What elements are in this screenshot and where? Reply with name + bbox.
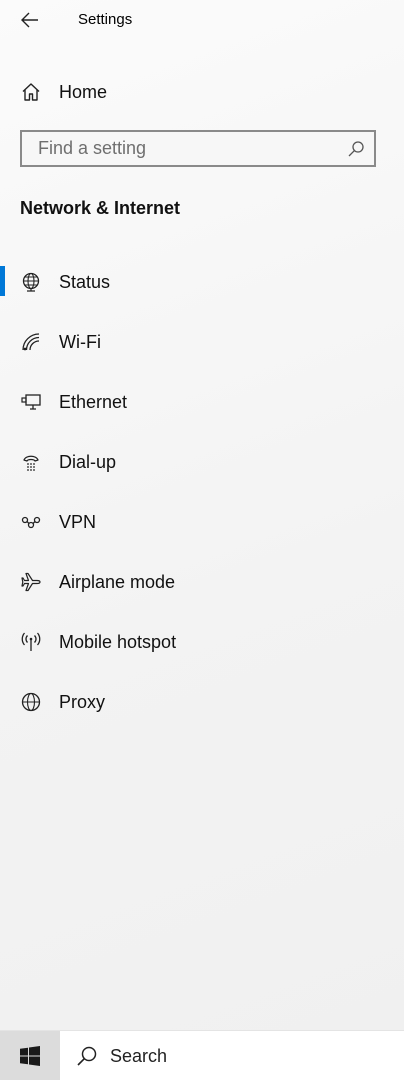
nav-item-vpn[interactable]: VPN (0, 492, 404, 552)
globe-status-icon (20, 271, 42, 293)
back-arrow-icon (21, 12, 38, 28)
back-button[interactable] (12, 4, 48, 36)
nav-item-label: Mobile hotspot (59, 631, 177, 652)
nav-item-label: Dial-up (59, 451, 117, 472)
wifi-icon (20, 331, 42, 353)
windows-logo-icon (20, 1046, 40, 1066)
nav-item-label: Airplane mode (59, 571, 176, 592)
vpn-icon (20, 511, 42, 533)
nav-item-label: Proxy (59, 691, 106, 712)
nav-item-ethernet[interactable]: Ethernet (0, 372, 404, 432)
nav-item-proxy[interactable]: Proxy (0, 672, 404, 732)
ethernet-icon (20, 391, 42, 413)
nav-item-wifi[interactable]: Wi-Fi (0, 312, 404, 372)
network-nav-list: Status Wi-Fi Ethernet Dial-up VPN Airpla… (0, 252, 404, 732)
hotspot-icon (20, 631, 42, 653)
nav-item-label: Wi-Fi (59, 331, 101, 352)
search-icon[interactable] (346, 139, 366, 159)
window-title: Settings (78, 11, 133, 28)
dial-up-icon (20, 451, 42, 473)
nav-item-mobile-hotspot[interactable]: Mobile hotspot (0, 612, 404, 672)
find-setting-input[interactable] (36, 137, 340, 160)
nav-item-label: Ethernet (59, 391, 128, 412)
globe-icon (20, 691, 42, 713)
nav-item-label: Status (59, 271, 111, 292)
home-label: Home (59, 81, 108, 102)
find-setting-search-box[interactable] (20, 130, 376, 167)
home-nav-item[interactable]: Home (0, 72, 404, 112)
home-icon (20, 81, 42, 103)
taskbar: Search (0, 1030, 404, 1080)
section-title: Network & Internet (20, 198, 181, 218)
nav-item-dial-up[interactable]: Dial-up (0, 432, 404, 492)
taskbar-search-label: Search (110, 1045, 168, 1066)
search-icon (77, 1046, 97, 1066)
nav-item-airplane-mode[interactable]: Airplane mode (0, 552, 404, 612)
start-button[interactable] (0, 1031, 60, 1080)
nav-item-status[interactable]: Status (0, 252, 404, 312)
airplane-icon (20, 571, 42, 593)
title-bar: Settings (0, 0, 404, 40)
nav-item-label: VPN (59, 511, 97, 532)
taskbar-search-box[interactable]: Search (60, 1031, 404, 1080)
